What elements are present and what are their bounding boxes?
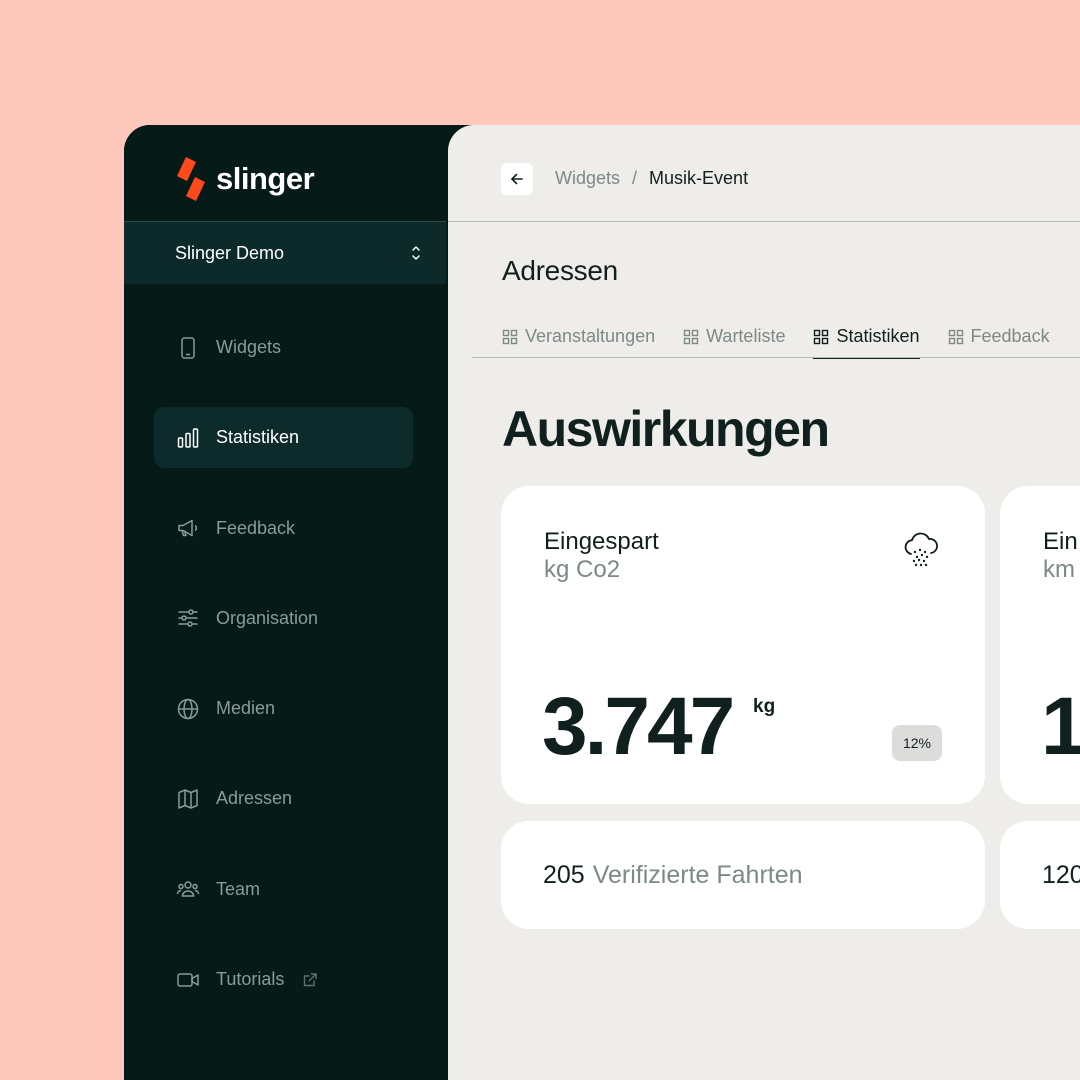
globe-icon xyxy=(177,698,199,719)
stat-line: 120 xyxy=(1042,861,1080,890)
metric-card-subtitle: kg Co2 xyxy=(544,556,621,583)
tab-bar: Veranstaltungen Warteliste Statistiken F… xyxy=(472,315,1080,359)
megaphone-icon xyxy=(178,519,198,537)
sidebar-item-label: Team xyxy=(216,878,261,899)
sidebar-item-label: Medien xyxy=(216,698,276,719)
slinger-logo-icon xyxy=(177,157,205,201)
sidebar-item-label: Widgets xyxy=(216,337,282,357)
sidebar-item-label: Statistiken xyxy=(216,427,300,448)
phone-icon xyxy=(181,336,195,359)
metric-card-co2: Eingespart kg Co2 3.747 kg 12% xyxy=(501,486,985,804)
sidebar-item-label: Tutorials xyxy=(216,969,285,990)
sidebar-item-organisation[interactable]: Organisation xyxy=(154,588,413,649)
stat-value: 205 xyxy=(543,861,585,889)
stat-card-secondary: 120 xyxy=(1000,821,1080,929)
sliders-icon xyxy=(178,609,198,628)
topbar: Widgets / Musik-Event xyxy=(448,125,1080,221)
tab-veranstaltungen[interactable]: Veranstaltungen xyxy=(472,315,683,358)
page-title: Auswirkungen xyxy=(502,401,830,457)
grid-icon xyxy=(814,329,829,344)
breadcrumb-parent-link[interactable]: Widgets xyxy=(555,168,620,189)
topbar-divider xyxy=(448,221,1080,222)
sidebar-item-medien[interactable]: Medien xyxy=(154,678,413,739)
tab-label: Warteliste xyxy=(706,326,786,346)
back-button[interactable] xyxy=(501,163,533,195)
grid-icon xyxy=(948,329,963,344)
tab-label: Veranstaltungen xyxy=(525,326,656,346)
breadcrumb: Widgets / Musik-Event xyxy=(555,168,748,189)
metric-change-badge: 12% xyxy=(892,725,942,761)
sidebar-item-widgets[interactable]: Widgets xyxy=(154,317,413,378)
arrow-left-icon xyxy=(511,173,523,185)
sidebar-item-team[interactable]: Team xyxy=(154,859,413,920)
breadcrumb-separator: / xyxy=(632,168,638,188)
organization-name: Slinger Demo xyxy=(175,242,285,263)
tab-label: Feedback xyxy=(970,326,1050,346)
tab-warteliste[interactable]: Warteliste xyxy=(683,315,813,358)
metric-card-value: 1 xyxy=(1041,681,1080,772)
external-link-icon xyxy=(304,972,318,986)
sidebar-item-label: Adressen xyxy=(216,788,293,809)
section-title: Adressen xyxy=(502,255,618,286)
bar-chart-icon xyxy=(177,428,199,448)
metric-card-subtitle: km xyxy=(1043,556,1075,583)
sidebar-item-adressen[interactable]: Adressen xyxy=(154,768,413,829)
sidebar-item-label: Organisation xyxy=(216,607,319,628)
sidebar-item-label: Feedback xyxy=(216,517,296,538)
tab-feedback[interactable]: Feedback xyxy=(948,315,1078,358)
brand-logo[interactable]: slinger xyxy=(174,157,315,201)
map-icon xyxy=(178,789,198,809)
stat-label: Verifizierte Fahrten xyxy=(592,861,803,889)
brand-name: slinger xyxy=(216,161,315,196)
metric-card-km: Ein km 1 xyxy=(1000,486,1080,804)
main-content: Widgets / Musik-Event Adressen Veranstal… xyxy=(448,125,1080,1080)
metric-card-title: Ein xyxy=(1043,528,1078,555)
sidebar-item-tutorials[interactable]: Tutorials xyxy=(154,949,413,1010)
grid-icon xyxy=(502,329,518,344)
stat-value: 120 xyxy=(1042,861,1080,889)
stat-line: 205 Verifizierte Fahrten xyxy=(543,861,803,890)
grid-icon xyxy=(683,329,699,344)
app-window: slinger Slinger Demo Widgets Statistiken xyxy=(124,125,1080,1080)
metric-card-unit: kg xyxy=(753,696,776,717)
sidebar: slinger Slinger Demo Widgets Statistiken xyxy=(124,125,448,1080)
sidebar-item-statistiken[interactable]: Statistiken xyxy=(154,407,413,469)
breadcrumb-current: Musik-Event xyxy=(649,168,749,188)
cloud-rain-icon xyxy=(904,532,938,567)
tab-statistiken[interactable]: Statistiken xyxy=(813,315,947,359)
video-icon xyxy=(177,972,199,987)
metric-card-title: Eingespart xyxy=(544,528,659,555)
sidebar-nav: Widgets Statistiken Feedback Organisatio… xyxy=(154,317,413,1039)
stat-card-verified-trips: 205 Verifizierte Fahrten xyxy=(501,821,985,929)
sidebar-item-feedback[interactable]: Feedback xyxy=(154,498,413,559)
tab-label: Statistiken xyxy=(836,326,920,346)
tabs-divider xyxy=(472,357,1080,358)
users-icon xyxy=(176,881,200,898)
organization-selector[interactable]: Slinger Demo xyxy=(124,222,446,284)
metric-card-value: 3.747 xyxy=(542,681,735,772)
chevron-updown-icon xyxy=(412,246,420,260)
